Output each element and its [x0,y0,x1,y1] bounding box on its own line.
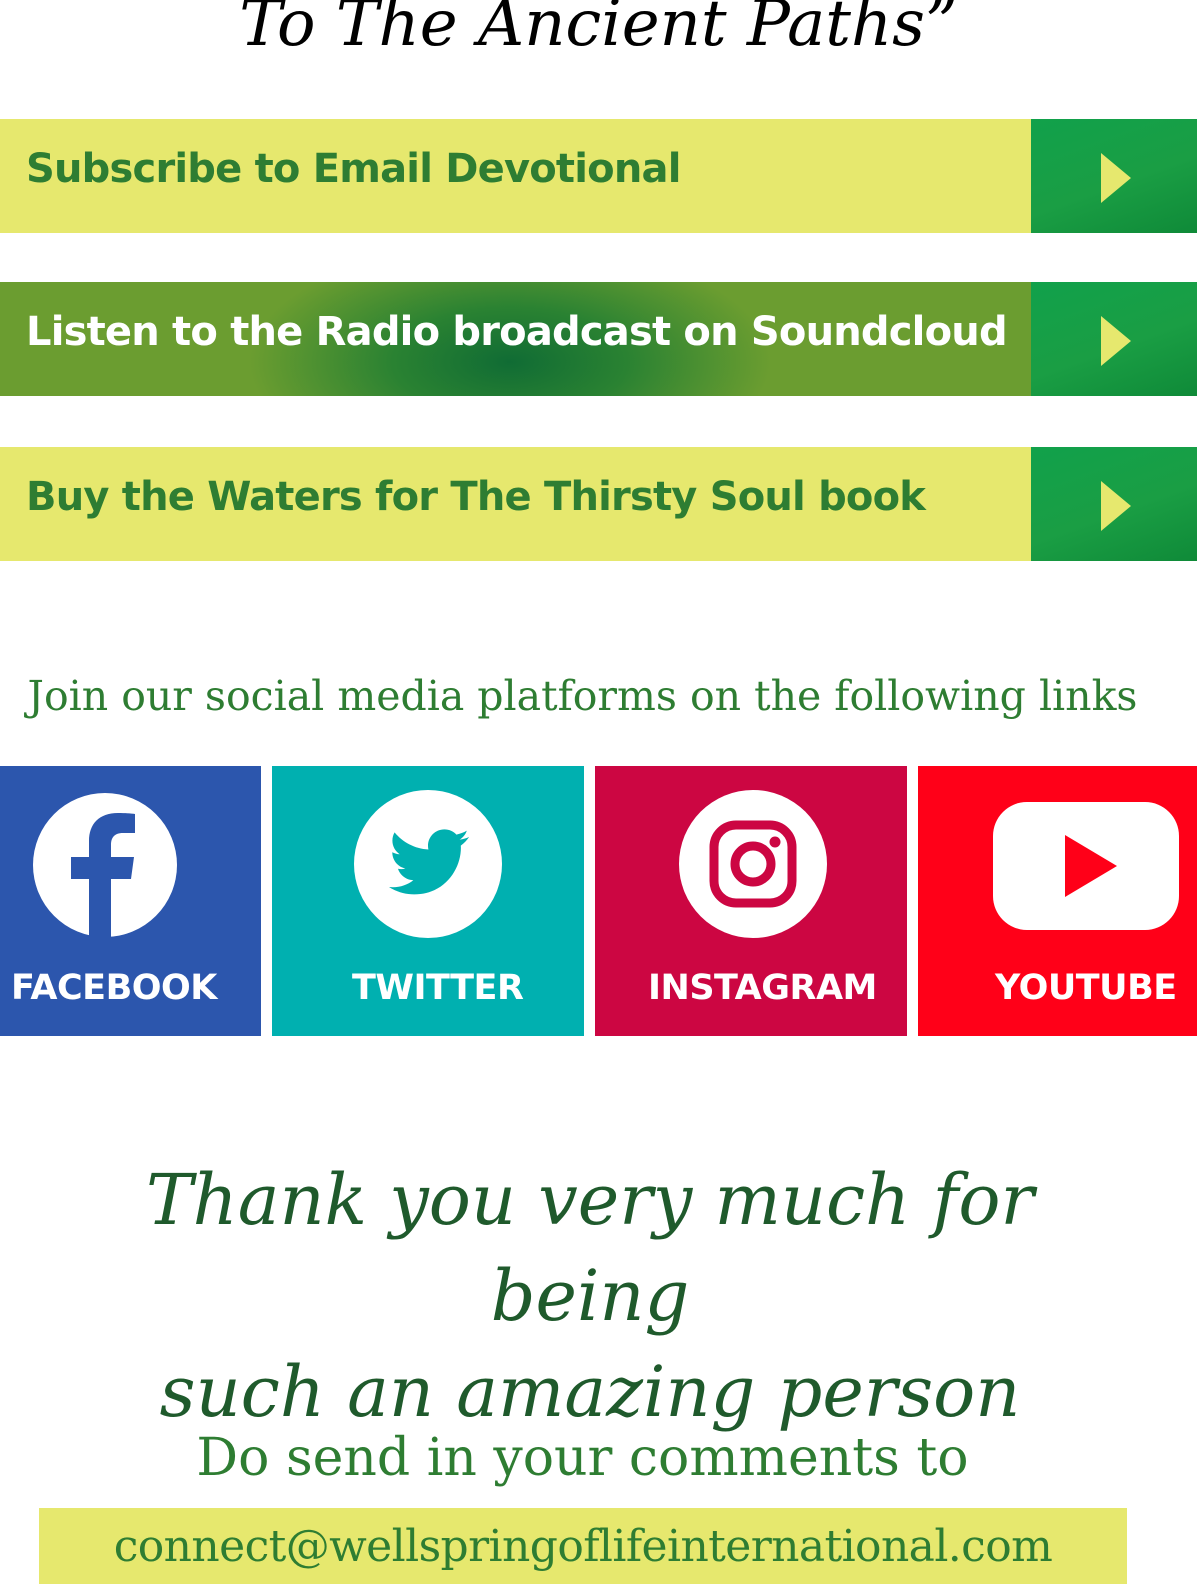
subscribe-email-devotional-button[interactable]: Subscribe to Email Devotional [0,119,1197,233]
instagram-link[interactable]: INSTAGRAM [595,766,907,1036]
play-arrow-icon [1101,316,1131,366]
twitter-icon [354,790,502,938]
cta-label: Subscribe to Email Devotional [26,146,681,192]
email-link[interactable]: connect@wellspringoflifeinternational.co… [114,1521,1053,1572]
cta-arrow-box[interactable] [1031,447,1197,561]
thank-you-message: Thank you very much for being such an am… [60,1152,1120,1440]
cta-arrow-box[interactable] [1031,119,1197,233]
facebook-label: FACEBOOK [11,968,217,1008]
instagram-icon [679,790,827,938]
play-arrow-icon [1101,481,1131,531]
youtube-label: YOUTUBE [995,968,1177,1008]
cta-body: Listen to the Radio broadcast on Soundcl… [0,282,1031,396]
cta-body: Subscribe to Email Devotional [0,119,1031,233]
play-arrow-icon [1101,153,1131,203]
thank-you-line-1: Thank you very much for being [145,1159,1035,1337]
instagram-label: INSTAGRAM [648,968,877,1008]
facebook-link[interactable]: FACEBOOK [0,766,261,1036]
cta-arrow-box[interactable] [1031,282,1197,396]
twitter-link[interactable]: TWITTER [272,766,584,1036]
comments-label: Do send in your comments to [196,1428,969,1488]
cta-body: Buy the Waters for The Thirsty Soul book [0,447,1031,561]
email-box: connect@wellspringoflifeinternational.co… [39,1508,1127,1584]
youtube-icon [993,802,1179,930]
facebook-icon [33,793,177,937]
listen-radio-soundcloud-button[interactable]: Listen to the Radio broadcast on Soundcl… [0,282,1197,396]
twitter-label: TWITTER [352,968,524,1008]
cta-label: Buy the Waters for The Thirsty Soul book [26,474,926,520]
cta-label: Listen to the Radio broadcast on Soundcl… [26,309,1008,355]
youtube-link[interactable]: YOUTUBE [918,766,1197,1036]
social-heading: Join our social media platforms on the f… [27,672,1138,720]
page-title: To The Ancient Paths” [239,0,958,61]
buy-book-button[interactable]: Buy the Waters for The Thirsty Soul book [0,447,1197,561]
